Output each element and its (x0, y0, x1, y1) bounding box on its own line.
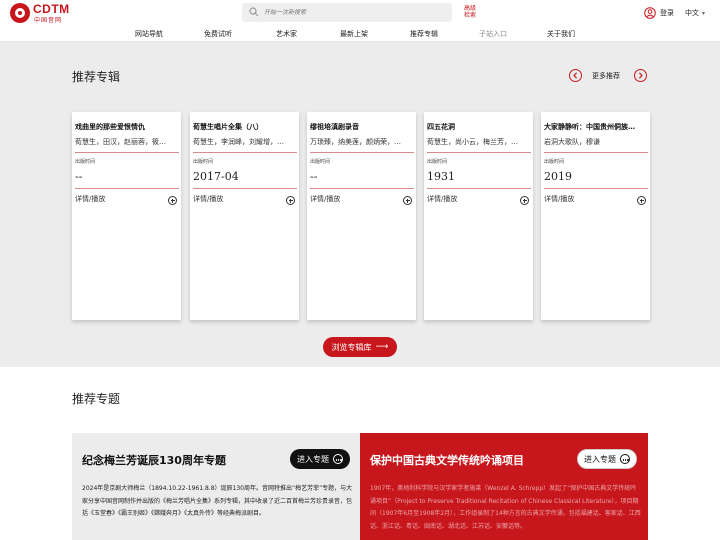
search-input[interactable] (264, 3, 444, 22)
nav-item-new-arrivals[interactable]: 最新上架 (340, 29, 368, 39)
more-recommendations-link[interactable]: 更多推荐 (592, 71, 620, 81)
release-date: 1931 (427, 170, 455, 183)
album-title[interactable]: 缪祖培滇剧录音 (310, 122, 414, 132)
release-date-label: 出版时间 (427, 159, 448, 165)
divider (193, 188, 297, 189)
album-title[interactable]: 大家静静听：中国贵州侗族… (544, 122, 648, 132)
album-artists: 荀慧生，李润峰，刘耀增，… (193, 138, 284, 146)
divider (544, 152, 648, 153)
divider (310, 188, 414, 189)
detail-play-link[interactable]: 详情/播放 (427, 194, 457, 204)
divider (427, 152, 531, 153)
divider (310, 152, 414, 153)
logo-subtext: 中国音网 (34, 17, 63, 24)
album-artists: 岩洞大歌队，穆谦 (544, 138, 600, 146)
chevron-right-icon (638, 72, 643, 79)
more-icon (620, 454, 630, 464)
advanced-search-link[interactable]: 高级检索 (464, 5, 478, 19)
search-bar (242, 3, 452, 22)
next-button[interactable] (634, 69, 647, 82)
album-card[interactable]: 四五花洞 荀慧生，尚小云，梅兰芳，… 出版时间 1931 详情/播放 (424, 112, 533, 320)
main-nav: 网站导航 免费试听 艺术家 最新上架 推荐专辑 子站入口 关于我们 (0, 26, 720, 42)
language-selector[interactable]: 中文 ▾ (685, 8, 705, 18)
topic-heading[interactable]: 保护中国古典文学传统吟诵项目 (370, 452, 524, 468)
album-card[interactable]: 荀慧生唱片全集（八） 荀慧生，李润峰，刘耀增，… 出版时间 2017-04 详情… (190, 112, 299, 320)
album-artists: 万琐臻，纳美莲，颜炳荣，… (310, 138, 401, 146)
album-title[interactable]: 四五花洞 (427, 122, 531, 132)
release-date: 2017-04 (193, 170, 239, 183)
section-title: 推荐专辑 (72, 70, 121, 84)
release-date: -- (75, 170, 83, 183)
logo-mark-icon (10, 3, 30, 23)
nav-item-site-guide[interactable]: 网站导航 (135, 29, 163, 39)
divider (544, 188, 648, 189)
user-icon (644, 7, 656, 19)
nav-item-artists[interactable]: 艺术家 (276, 29, 297, 39)
chevron-left-icon (573, 72, 578, 79)
search-icon[interactable] (249, 7, 259, 17)
release-date-label: 出版时间 (544, 159, 565, 165)
login-label: 登录 (660, 9, 674, 17)
release-date-label: 出版时间 (193, 159, 214, 165)
site-logo[interactable]: CDTM 中国音网 (10, 2, 72, 24)
topic-description: 1907年，奥地利科学院与汉学家学者施莱（Wenzel A. Schrepp）发… (370, 485, 641, 530)
more-icon (333, 454, 343, 464)
nav-item-free-trial[interactable]: 免费试听 (204, 29, 232, 39)
enter-topic-label: 进入专题 (584, 454, 616, 464)
add-icon[interactable] (403, 196, 412, 205)
topic-card[interactable]: 保护中国古典文学传统吟诵项目 进入专题 1907年，奥地利科学院与汉学家学者施莱… (360, 433, 648, 540)
album-title[interactable]: 戏曲里的那些爱恨情仇 (75, 122, 179, 132)
divider (193, 152, 297, 153)
release-date: -- (310, 170, 318, 183)
release-date: 2019 (544, 170, 572, 183)
site-header: CDTM 中国音网 高级检索 登录 中文▾ (0, 0, 720, 26)
album-card[interactable]: 缪祖培滇剧录音 万琐臻，纳美莲，颜炳荣，… 出版时间 -- 详情/播放 (307, 112, 416, 320)
nav-item-about[interactable]: 关于我们 (547, 29, 575, 39)
login-button[interactable]: 登录 (644, 6, 674, 20)
nav-item-recommended-albums[interactable]: 推荐专辑 (410, 29, 438, 39)
album-title[interactable]: 荀慧生唱片全集（八） (193, 122, 297, 132)
detail-play-link[interactable]: 详情/播放 (75, 194, 105, 204)
browse-album-library-button[interactable]: 浏览专辑库 ⟶ (323, 337, 397, 357)
language-label: 中文 (685, 9, 699, 17)
chevron-down-icon: ▾ (702, 10, 706, 17)
release-date-label: 出版时间 (310, 159, 331, 165)
prev-button[interactable] (569, 69, 582, 82)
add-icon[interactable] (637, 196, 646, 205)
detail-play-link[interactable]: 详情/播放 (310, 194, 340, 204)
detail-play-link[interactable]: 详情/播放 (193, 194, 223, 204)
add-icon[interactable] (520, 196, 529, 205)
topic-heading[interactable]: 纪念梅兰芳诞辰130周年专题 (82, 452, 226, 468)
arrow-right-icon: ⟶ (375, 342, 389, 352)
divider (75, 152, 179, 153)
recommended-albums-section: 推荐专辑 更多推荐 戏曲里的那些爱恨情仇 荀慧生，田汉，赵丽蓉，筱… 出版时间 … (0, 42, 720, 367)
topics-section-title: 推荐专题 (72, 392, 121, 406)
browse-button-label: 浏览专辑库 (331, 342, 372, 352)
topic-description: 2024年是京剧大师梅兰（1894.10.22-1961.8.8）诞辰130周年… (82, 485, 353, 517)
add-icon[interactable] (168, 196, 177, 205)
release-date-label: 出版时间 (75, 159, 96, 165)
album-artists: 荀慧生，尚小云，梅兰芳，… (427, 138, 518, 146)
logo-text: CDTM (33, 2, 70, 16)
album-artists: 荀慧生，田汉，赵丽蓉，筱… (75, 138, 166, 146)
album-card[interactable]: 戏曲里的那些爱恨情仇 荀慧生，田汉，赵丽蓉，筱… 出版时间 -- 详情/播放 (72, 112, 181, 320)
topic-card[interactable]: 纪念梅兰芳诞辰130周年专题 进入专题 2024年是京剧大师梅兰（1894.10… (72, 433, 360, 540)
enter-topic-label: 进入专题 (297, 454, 329, 464)
nav-item-sub-sites[interactable]: 子站入口 (479, 29, 507, 39)
album-card[interactable]: 大家静静听：中国贵州侗族… 岩洞大歌队，穆谦 出版时间 2019 详情/播放 (541, 112, 650, 320)
enter-topic-button[interactable]: 进入专题 (290, 449, 350, 469)
add-icon[interactable] (286, 196, 295, 205)
detail-play-link[interactable]: 详情/播放 (544, 194, 574, 204)
divider (75, 188, 179, 189)
enter-topic-button[interactable]: 进入专题 (577, 449, 637, 469)
divider (427, 188, 531, 189)
